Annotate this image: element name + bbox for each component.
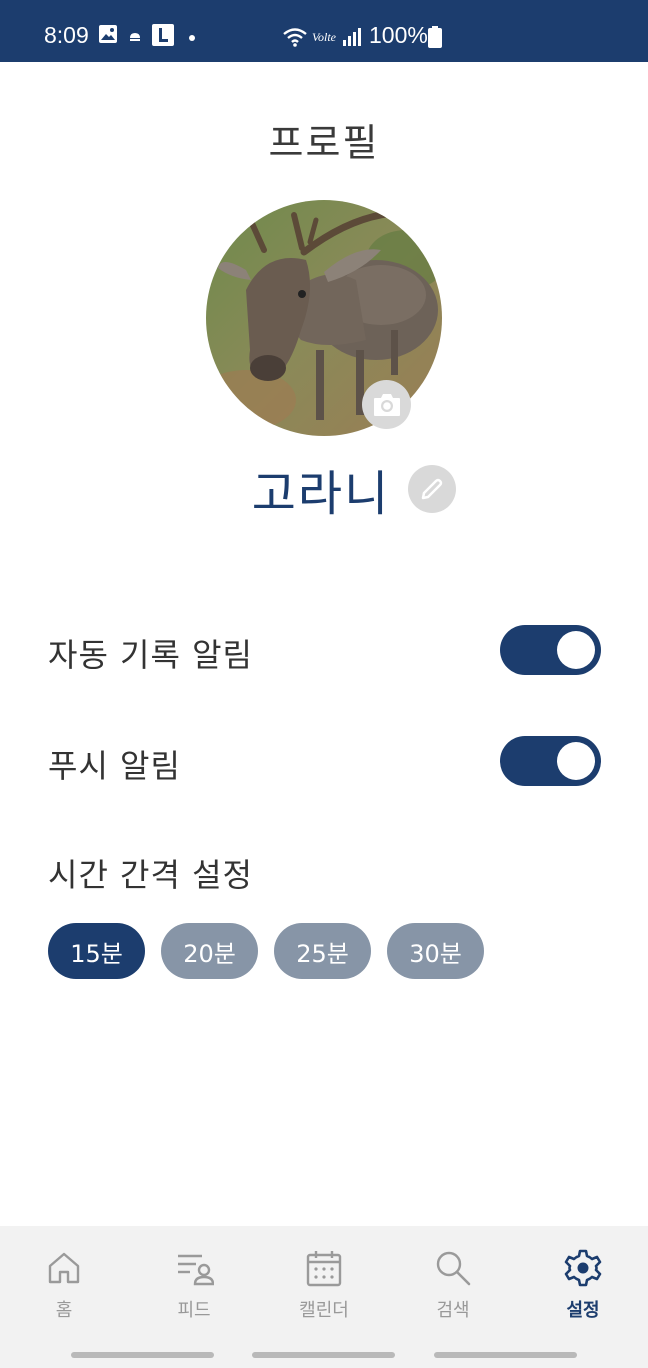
status-time: 8:09: [44, 22, 89, 48]
nav-settings[interactable]: 설정: [528, 1248, 638, 1322]
wifi-icon: [283, 28, 307, 47]
interval-options: 15분 20분 25분 30분: [48, 923, 484, 979]
interval-30-chip[interactable]: 30분: [387, 923, 484, 979]
home-gesture[interactable]: [252, 1352, 395, 1358]
auto-record-toggle[interactable]: [500, 625, 601, 675]
interval-25-chip[interactable]: 25분: [274, 923, 371, 979]
search-icon: [436, 1251, 471, 1286]
page-title: 프로필: [268, 121, 380, 165]
change-photo-button[interactable]: [362, 380, 411, 429]
signal-icon: [343, 28, 361, 46]
nav-search[interactable]: 검색: [398, 1248, 508, 1322]
edit-name-button[interactable]: [408, 465, 457, 513]
recent-apps-gesture[interactable]: [71, 1352, 214, 1358]
battery-percent: 100%: [369, 22, 428, 48]
toggle-knob: [557, 742, 595, 780]
dot-icon: [189, 35, 195, 41]
battery-icon: [428, 26, 442, 48]
auto-record-label: 자동 기록 알림: [48, 636, 253, 674]
nav-feed[interactable]: 피드: [139, 1248, 249, 1322]
nav-home-label: 홈: [55, 1300, 73, 1321]
name-row: 고라니: [0, 458, 648, 522]
bottom-nav: 홈 피드 캘린더 검색 설정: [0, 1226, 648, 1368]
user-name: 고라니: [251, 466, 391, 522]
nav-settings-label: 설정: [566, 1300, 600, 1321]
back-gesture[interactable]: [434, 1352, 577, 1358]
l-app-icon: [152, 24, 174, 46]
push-toggle[interactable]: [500, 736, 601, 786]
nav-home[interactable]: 홈: [9, 1248, 119, 1322]
push-label: 푸시 알림: [48, 747, 181, 785]
nav-feed-label: 피드: [177, 1300, 211, 1321]
status-bar: 8:09 Volte 100%: [0, 0, 648, 62]
nav-calendar[interactable]: 캘린더: [269, 1248, 379, 1322]
calendar-icon: [306, 1251, 342, 1287]
gear-icon: [564, 1249, 602, 1287]
image-icon: [99, 25, 117, 43]
home-icon: [48, 1252, 80, 1284]
nav-calendar-label: 캘린더: [299, 1300, 349, 1321]
camera-icon: [373, 393, 400, 416]
interval-20-chip[interactable]: 20분: [161, 923, 258, 979]
feed-icon: [178, 1254, 214, 1286]
pencil-icon: [421, 478, 443, 500]
interval-15-chip[interactable]: 15분: [48, 923, 145, 979]
volte-indicator: Volte: [312, 30, 336, 44]
cloud-icon: [130, 33, 140, 41]
toggle-knob: [557, 631, 595, 669]
interval-label: 시간 간격 설정: [48, 856, 253, 894]
nav-search-label: 검색: [436, 1300, 470, 1321]
